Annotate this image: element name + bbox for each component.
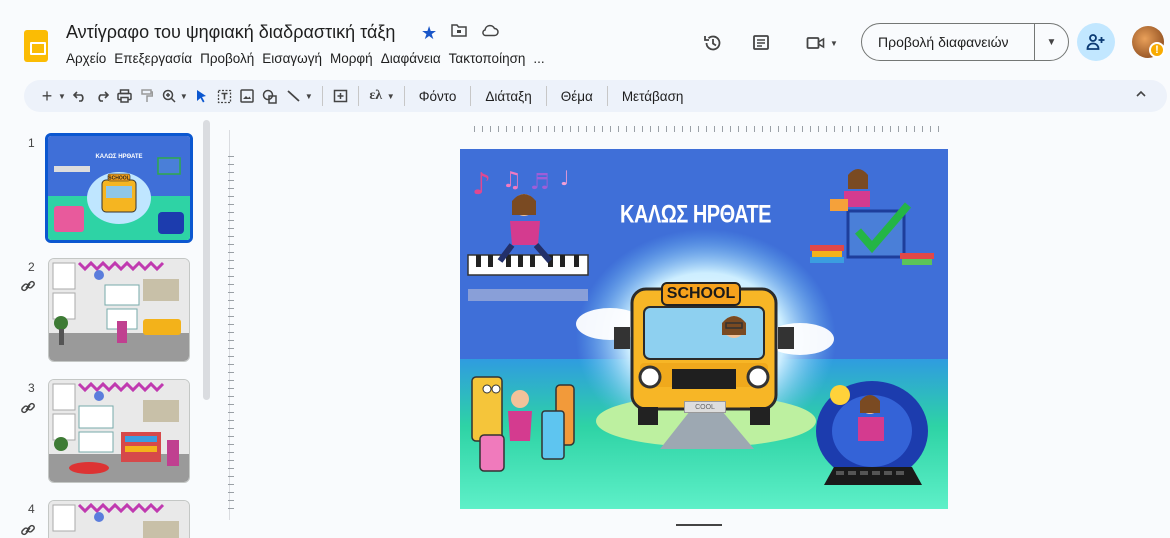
cloud-status-icon[interactable] — [481, 23, 499, 43]
transition-button[interactable]: Μετάβαση — [614, 89, 692, 104]
zoom-dropdown-icon[interactable]: ▼ — [180, 92, 191, 101]
insert-comment-icon[interactable] — [329, 83, 352, 109]
current-slide[interactable]: ♪ ♫ ♬ ♩ ΚΑΛΩΣ ΗΡΘΑΤΕ SCHOOL COOL — [460, 149, 948, 509]
share-button[interactable] — [1077, 23, 1115, 61]
slide-title[interactable]: ΚΑΛΩΣ ΗΡΘΑΤΕ — [620, 201, 771, 230]
linked-slide-icon — [20, 400, 36, 420]
school-sign: SCHOOL — [661, 282, 741, 306]
title-icons: ★ — [421, 23, 499, 43]
insert-image-icon[interactable] — [236, 83, 258, 109]
zoom-icon[interactable] — [158, 83, 180, 109]
svg-text:♪: ♪ — [472, 167, 491, 202]
slide-number: 3 — [28, 381, 35, 395]
svg-text:♩: ♩ — [560, 166, 569, 190]
thumb-school-sign: SCHOOL — [108, 176, 129, 182]
toolbar-divider — [321, 86, 323, 106]
slideshow-label: Προβολή διαφανειών — [878, 34, 1009, 50]
menu-edit[interactable]: Επεξεργασία — [110, 49, 196, 68]
slide-thumbnail-4[interactable] — [48, 500, 190, 538]
slides-logo-icon[interactable] — [24, 30, 48, 62]
line-icon[interactable] — [282, 83, 305, 109]
app-header: Αντίγραφο του ψηφιακή διαδραστική τάξη ★… — [0, 0, 1170, 80]
meet-camera-icon[interactable]: ▼ — [800, 30, 844, 56]
comments-icon[interactable] — [748, 30, 774, 56]
menu-more[interactable]: ... — [529, 49, 548, 68]
slide-thumbnail-1[interactable]: SCHOOL ΚΑΛΩΣ ΗΡΘΑΤΕ — [45, 133, 193, 243]
slide-number: 4 — [28, 502, 35, 516]
menu-insert[interactable]: Εισαγωγή — [258, 49, 326, 68]
new-slide-icon[interactable]: + — [36, 83, 58, 109]
toolbar-divider — [545, 86, 547, 106]
print-icon[interactable] — [113, 83, 136, 109]
license-plate: COOL — [684, 401, 726, 413]
menu-format[interactable]: Μορφή — [326, 49, 377, 68]
slide-filmstrip: 1 SCHOOL ΚΑΛΩΣ ΗΡΘΑΤΕ 2 3 4 — [0, 120, 212, 538]
menu-slide[interactable]: Διαφάνεια — [377, 49, 445, 68]
speaker-notes-handle[interactable] — [676, 524, 722, 526]
input-tools-dropdown-icon[interactable]: ▼ — [387, 92, 398, 101]
move-folder-icon[interactable] — [451, 23, 467, 43]
slides-app: Αντίγραφο του ψηφιακή διαδραστική τάξη ★… — [0, 0, 1170, 538]
line-dropdown-icon[interactable]: ▼ — [305, 92, 316, 101]
svg-text:♫: ♫ — [502, 168, 522, 193]
slide-thumbnail-2[interactable] — [48, 258, 190, 362]
horizontal-ruler[interactable] — [474, 126, 944, 132]
slideshow-dropdown-icon[interactable]: ▼ — [1034, 24, 1068, 60]
slide-number: 1 — [28, 136, 35, 150]
vertical-ruler[interactable] — [228, 156, 234, 516]
toolbar: + ▼ ▼ ▼ ελ ▼ Φόντο Διάταξη Θέμα Μετάβαση — [24, 80, 1167, 112]
shape-icon[interactable] — [258, 83, 282, 109]
layout-button[interactable]: Διάταξη — [477, 89, 539, 104]
new-slide-dropdown-icon[interactable]: ▼ — [58, 92, 69, 101]
history-icon[interactable] — [700, 30, 726, 56]
menu-file[interactable]: Αρχείο — [62, 49, 110, 68]
paint-format-icon[interactable] — [136, 83, 158, 109]
linked-slide-icon — [20, 278, 36, 298]
svg-text:♬: ♬ — [530, 170, 550, 195]
thumb-slide-title: ΚΑΛΩΣ ΗΡΘΑΤΕ — [95, 154, 142, 160]
collapse-toolbar-icon[interactable] — [1135, 85, 1147, 101]
linked-slide-icon — [20, 522, 36, 538]
undo-icon[interactable] — [69, 83, 91, 109]
account-warning-badge: ! — [1149, 42, 1165, 58]
star-icon[interactable]: ★ — [421, 23, 437, 43]
background-button[interactable]: Φόντο — [411, 89, 465, 104]
toolbar-divider — [606, 86, 608, 106]
select-tool-icon[interactable] — [191, 83, 213, 109]
redo-icon[interactable] — [91, 83, 113, 109]
toolbar-divider — [403, 86, 405, 106]
slide-thumbnail-3[interactable] — [48, 379, 190, 483]
filmstrip-scrollbar[interactable] — [203, 120, 210, 400]
document-title[interactable]: Αντίγραφο του ψηφιακή διαδραστική τάξη — [66, 22, 395, 43]
add-person-icon — [1086, 34, 1105, 50]
slideshow-button[interactable]: Προβολή διαφανειών ▼ — [861, 23, 1069, 61]
toolbar-divider — [357, 86, 359, 106]
theme-button[interactable]: Θέμα — [553, 89, 601, 104]
text-box-icon[interactable] — [213, 83, 236, 109]
input-tools-button[interactable]: ελ — [365, 83, 387, 109]
toolbar-divider — [470, 86, 472, 106]
slide-number: 2 — [28, 260, 35, 274]
menu-view[interactable]: Προβολή — [196, 49, 258, 68]
menu-arrange[interactable]: Τακτοποίηση — [445, 49, 530, 68]
menu-bar: Αρχείο Επεξεργασία Προβολή Εισαγωγή Μορφ… — [62, 49, 549, 68]
